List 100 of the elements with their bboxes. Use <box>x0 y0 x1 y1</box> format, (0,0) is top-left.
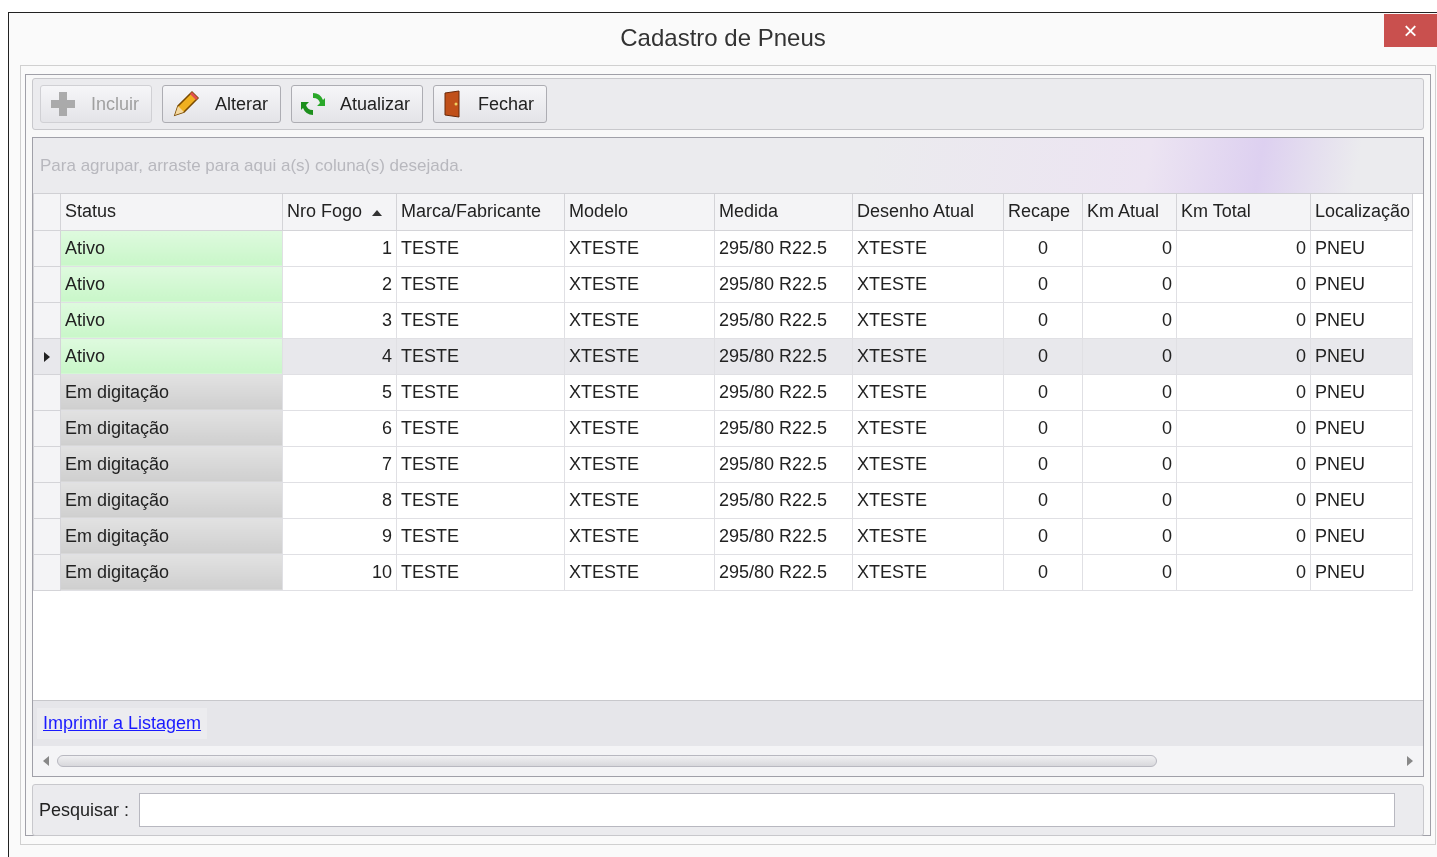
table-cell: XTESTE <box>564 338 715 374</box>
table-cell: 0 <box>1082 410 1177 446</box>
column-header[interactable]: Modelo <box>564 194 715 230</box>
table-cell: XTESTE <box>564 266 715 302</box>
table-cell: 9 <box>282 518 397 554</box>
table-cell: 0 <box>1003 410 1083 446</box>
table-cell: TESTE <box>396 482 565 518</box>
table-cell: TESTE <box>396 302 565 338</box>
table-cell: PNEU <box>1310 338 1413 374</box>
table-cell: TESTE <box>396 518 565 554</box>
table-cell: 0 <box>1176 410 1311 446</box>
table-cell: XTESTE <box>564 230 715 266</box>
table-cell: 295/80 R22.5 <box>714 230 853 266</box>
column-header[interactable]: Localização <box>1310 194 1413 230</box>
table-cell: 0 <box>1176 518 1311 554</box>
table-cell: 7 <box>282 446 397 482</box>
column-header[interactable]: Desenho Atual <box>852 194 1004 230</box>
table-cell: XTESTE <box>564 302 715 338</box>
table-cell: 295/80 R22.5 <box>714 554 853 590</box>
table-cell: PNEU <box>1310 266 1413 302</box>
table-cell: 295/80 R22.5 <box>714 266 853 302</box>
table-cell: 0 <box>1082 338 1177 374</box>
table-cell: 3 <box>282 302 397 338</box>
status-cell: Em digitação <box>60 554 283 590</box>
table-cell: PNEU <box>1310 446 1413 482</box>
table-cell: 295/80 R22.5 <box>714 374 853 410</box>
table-cell: 6 <box>282 410 397 446</box>
table-cell: PNEU <box>1310 518 1413 554</box>
column-header[interactable]: Km Total <box>1176 194 1311 230</box>
column-header[interactable]: Medida <box>714 194 853 230</box>
column-header[interactable]: Km Atual <box>1082 194 1177 230</box>
table-cell: 0 <box>1082 482 1177 518</box>
table-cell: TESTE <box>396 554 565 590</box>
table-cell: 295/80 R22.5 <box>714 338 853 374</box>
table-cell: 0 <box>1003 338 1083 374</box>
table-cell: XTESTE <box>564 446 715 482</box>
status-cell: Ativo <box>60 302 283 338</box>
status-cell: Em digitação <box>60 410 283 446</box>
table-cell: XTESTE <box>852 230 1004 266</box>
table-cell: 10 <box>282 554 397 590</box>
table-cell: XTESTE <box>852 338 1004 374</box>
table-cell: XTESTE <box>564 374 715 410</box>
table-cell: 0 <box>1176 482 1311 518</box>
column-header[interactable]: Marca/Fabricante <box>396 194 565 230</box>
table-cell: 0 <box>1176 338 1311 374</box>
table-cell: 0 <box>1082 554 1177 590</box>
table-cell: 0 <box>1003 446 1083 482</box>
table-cell: 295/80 R22.5 <box>714 410 853 446</box>
table-cell: PNEU <box>1310 230 1413 266</box>
table-cell: 0 <box>1176 266 1311 302</box>
table-cell: 0 <box>1082 266 1177 302</box>
table-cell: XTESTE <box>852 266 1004 302</box>
table-cell: TESTE <box>396 266 565 302</box>
close-button[interactable]: × <box>1384 14 1437 47</box>
status-cell: Ativo <box>60 230 283 266</box>
table-cell: XTESTE <box>852 446 1004 482</box>
table-cell: 0 <box>1003 230 1083 266</box>
table-cell: 2 <box>282 266 397 302</box>
table-cell: 0 <box>1003 518 1083 554</box>
table-cell: 295/80 R22.5 <box>714 518 853 554</box>
table-cell: XTESTE <box>852 518 1004 554</box>
column-header[interactable]: Nro Fogo <box>282 194 397 230</box>
search-label: Pesquisar : <box>39 798 130 822</box>
table-cell: 4 <box>282 338 397 374</box>
table-cell: 0 <box>1003 554 1083 590</box>
table-cell: 0 <box>1176 554 1311 590</box>
table-cell: 295/80 R22.5 <box>714 446 853 482</box>
table-cell: 0 <box>1176 230 1311 266</box>
table-cell: 295/80 R22.5 <box>714 302 853 338</box>
table-cell: XTESTE <box>852 554 1004 590</box>
table-cell: TESTE <box>396 410 565 446</box>
table-cell: TESTE <box>396 374 565 410</box>
column-header[interactable]: Status <box>60 194 283 230</box>
status-cell: Em digitação <box>60 518 283 554</box>
table-cell: TESTE <box>396 230 565 266</box>
table-cell: XTESTE <box>564 410 715 446</box>
table-cell: 0 <box>1082 302 1177 338</box>
status-cell: Ativo <box>60 338 283 374</box>
table-cell: XTESTE <box>564 554 715 590</box>
print-list-link[interactable]: Imprimir a Listagem <box>37 708 208 739</box>
toolbar-button[interactable]: Alterar <box>162 85 282 123</box>
table-cell: PNEU <box>1310 554 1413 590</box>
table-cell: 8 <box>282 482 397 518</box>
table-cell: 0 <box>1003 482 1083 518</box>
table-cell: TESTE <box>396 338 565 374</box>
table-cell: 0 <box>1082 374 1177 410</box>
column-header[interactable]: Recape <box>1003 194 1083 230</box>
status-cell: Ativo <box>60 266 283 302</box>
toolbar-button[interactable]: Fechar <box>433 85 548 123</box>
table-cell: XTESTE <box>852 410 1004 446</box>
table-cell: 0 <box>1082 518 1177 554</box>
table-cell: 0 <box>1082 230 1177 266</box>
table-cell: XTESTE <box>852 482 1004 518</box>
table-cell: 0 <box>1176 374 1311 410</box>
table-cell: XTESTE <box>564 518 715 554</box>
window-title: Cadastro de Pneus <box>620 23 826 53</box>
status-cell: Em digitação <box>60 374 283 410</box>
toolbar-button[interactable]: Atualizar <box>291 85 424 123</box>
table-cell: 0 <box>1082 446 1177 482</box>
table-cell: 0 <box>1003 374 1083 410</box>
